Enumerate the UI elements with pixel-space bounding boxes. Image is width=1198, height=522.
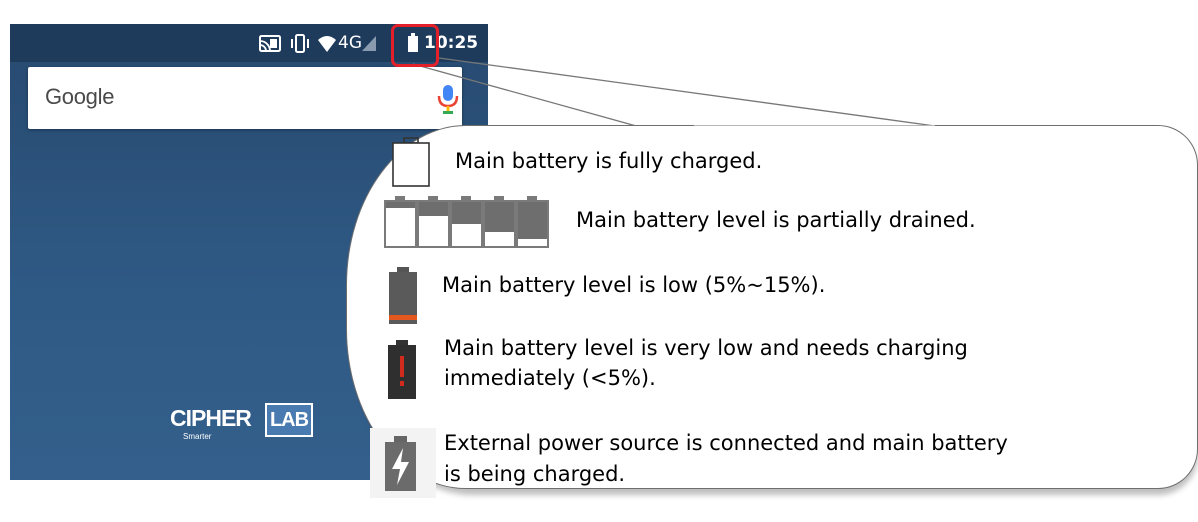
battery-very-low-icon — [388, 340, 416, 399]
battery-low-icon — [389, 267, 417, 324]
legend-very-low-text-line2: immediately (<5%). — [444, 366, 656, 390]
battery-charging-icon — [370, 428, 436, 498]
battery-partial-icon — [384, 196, 549, 248]
legend-very-low-text-line1: Main battery level is very low and needs… — [444, 336, 968, 360]
battery-full-icon — [392, 137, 430, 187]
legend-low-text: Main battery level is low (5%~15%). — [442, 273, 826, 297]
battery-highlight-box — [391, 24, 439, 67]
legend-full-text: Main battery is fully charged. — [455, 149, 763, 173]
legend-partial-text: Main battery level is partially drained. — [576, 208, 976, 232]
legend-charging-text-line2: is being charged. — [444, 462, 626, 486]
legend-charging-text-line1: External power source is connected and m… — [444, 431, 1008, 455]
